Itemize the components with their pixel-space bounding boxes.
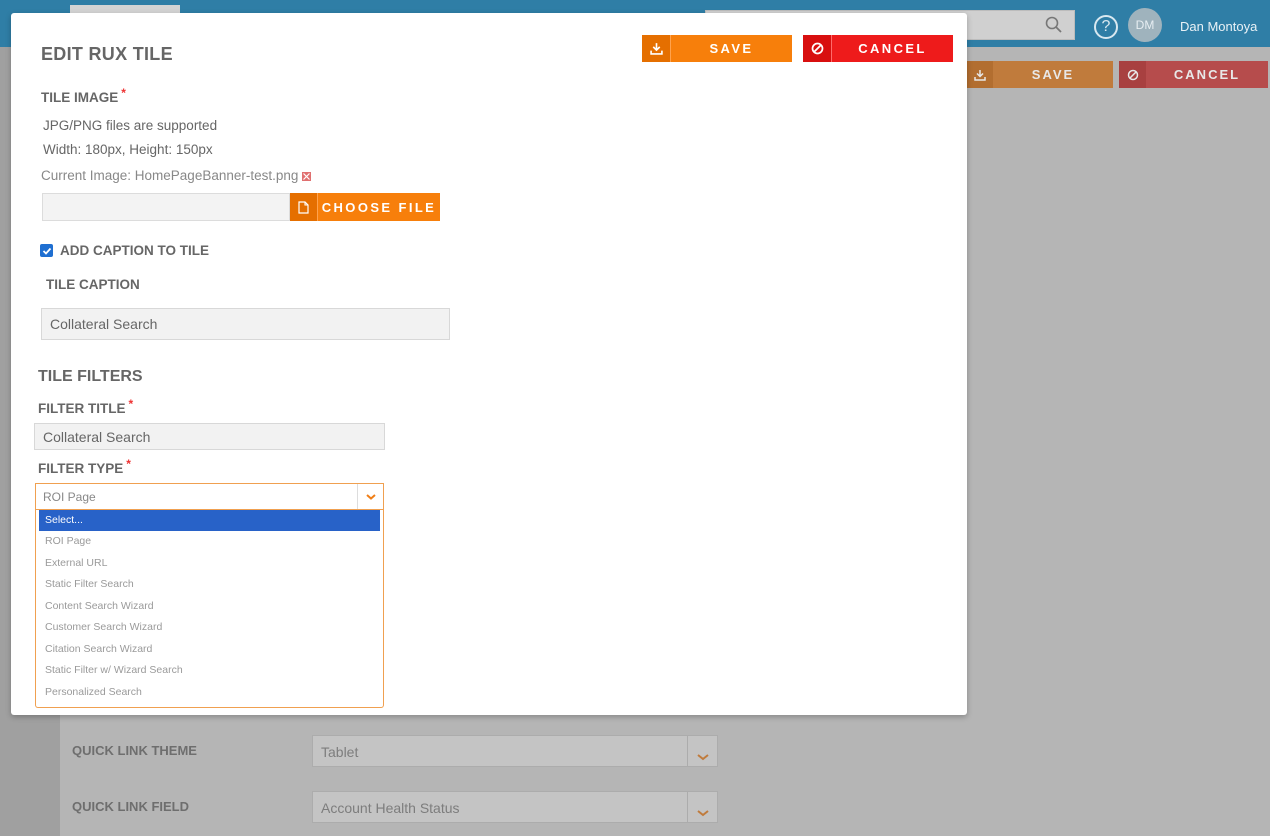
quick-link-theme-label: QUICK LINK THEME (72, 743, 197, 758)
dropdown-option[interactable]: Select... (39, 510, 380, 531)
user-name[interactable]: Dan Montoya (1180, 19, 1257, 34)
background-cancel-label: CANCEL (1173, 67, 1241, 82)
chevron-down-icon[interactable] (687, 792, 717, 822)
chevron-down-icon[interactable] (687, 736, 717, 766)
quick-link-field-select[interactable]: Account Health Status (312, 791, 718, 823)
tile-caption-input[interactable]: Collateral Search (41, 308, 450, 340)
app-tab[interactable] (70, 5, 180, 13)
add-caption-label[interactable]: ADD CAPTION TO TILE (60, 243, 209, 258)
file-icon (290, 193, 318, 221)
background-cancel-button[interactable]: CANCEL (1119, 61, 1268, 88)
dropdown-option[interactable]: Personalized Search (39, 682, 380, 703)
filter-type-value: ROI Page (43, 490, 96, 504)
search-icon[interactable] (1044, 15, 1064, 35)
current-image-text: Current Image: HomePageBanner-test.png (41, 168, 299, 183)
edit-tile-modal: EDIT RUX TILE SAVE CANCEL TILE IMAGE * JP… (11, 13, 967, 715)
dropdown-option[interactable]: Citation Search Wizard (39, 639, 380, 660)
tile-filters-title: TILE FILTERS (38, 368, 143, 385)
modal-title: EDIT RUX TILE (41, 44, 173, 64)
quick-link-field-value: Account Health Status (321, 800, 460, 816)
required-mark: * (121, 86, 126, 100)
filter-title-input[interactable]: Collateral Search (34, 423, 385, 450)
dropdown-option[interactable]: Static Filter Search (39, 574, 380, 595)
file-type-help: JPG/PNG files are supported (43, 118, 218, 133)
download-icon (966, 61, 993, 88)
quick-link-theme-select[interactable]: Tablet (312, 735, 718, 767)
cancel-icon (803, 35, 832, 62)
cancel-label: CANCEL (858, 41, 927, 56)
dropdown-option[interactable]: External URL (39, 553, 380, 574)
avatar[interactable]: DM (1128, 8, 1162, 42)
add-caption-checkbox[interactable] (40, 244, 53, 257)
chevron-down-icon[interactable] (357, 484, 383, 509)
background-save-label: SAVE (1031, 67, 1075, 82)
background-save-button[interactable]: SAVE (966, 61, 1113, 88)
file-path-input[interactable] (42, 193, 290, 221)
dropdown-option[interactable]: Static Filter w/ Wizard Search (39, 660, 380, 681)
filter-type-select[interactable]: ROI Page (35, 483, 384, 510)
dropdown-option[interactable]: Content Search Wizard (39, 596, 380, 617)
dropdown-option[interactable]: Customer Search Wizard (39, 617, 380, 638)
save-label: SAVE (709, 41, 754, 56)
save-button[interactable]: SAVE (642, 35, 792, 62)
quick-link-theme-value: Tablet (321, 744, 359, 760)
tile-image-label-text: TILE IMAGE (41, 90, 119, 105)
current-image: Current Image: HomePageBanner-test.png (41, 168, 312, 183)
download-icon (642, 35, 671, 62)
required-mark: * (128, 397, 134, 411)
filter-title-label: FILTER TITLE * (38, 397, 133, 416)
dropdown-option[interactable]: ROI Page (39, 531, 380, 552)
choose-file-button[interactable]: CHOOSE FILE (290, 193, 440, 221)
dimension-help: Width: 180px, Height: 150px (43, 142, 213, 157)
filter-type-label: FILTER TYPE * (38, 457, 131, 476)
filter-type-dropdown: Select... ROI Page External URL Static F… (35, 510, 384, 708)
cancel-button[interactable]: CANCEL (803, 35, 953, 62)
required-mark: * (126, 457, 131, 471)
help-icon[interactable]: ? (1094, 15, 1118, 39)
delete-image-icon[interactable] (302, 172, 312, 181)
tile-image-label: TILE IMAGE * (41, 86, 126, 105)
choose-file-label: CHOOSE FILE (321, 199, 437, 215)
cancel-icon (1119, 61, 1146, 88)
filter-type-label-text: FILTER TYPE (38, 461, 124, 476)
quick-link-field-label: QUICK LINK FIELD (72, 799, 189, 814)
tile-caption-label: TILE CAPTION (46, 277, 140, 292)
filter-title-label-text: FILTER TITLE (38, 401, 126, 416)
